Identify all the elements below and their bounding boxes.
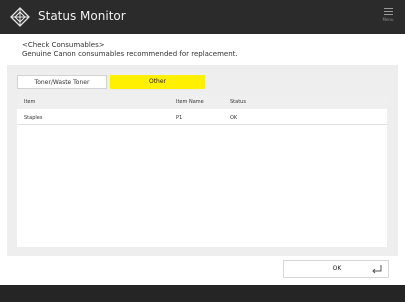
tab-other[interactable]: Other [110,75,205,89]
row-item: Staples [24,115,43,121]
instruction-body: Genuine Canon consumables recommended fo… [22,50,238,58]
row-item-name: P1 [176,115,183,121]
menu-icon-bar [383,14,393,15]
tab-toner-waste-toner[interactable]: Toner/Waste Toner [17,75,107,89]
ok-button[interactable]: OK [283,260,389,278]
diamond-logo-icon [10,7,30,27]
instruction-text: <Check Consumables> Genuine Canon consum… [22,41,238,59]
bottom-bar [0,285,405,302]
page-title: Status Monitor [38,9,126,23]
menu-icon-bar [383,11,393,12]
column-header-status: Status [230,99,246,105]
table-row[interactable]: Staples P1 OK [17,112,387,125]
menu-button[interactable]: Menu [379,6,397,28]
row-status: OK [230,115,238,121]
menu-icon [383,8,393,9]
column-header-item-name: Item Name [176,99,204,105]
column-header-item: Item [24,99,36,105]
enter-arrow-icon [372,265,382,274]
title-bar: Status Monitor Menu [0,0,405,34]
menu-caption: Menu [382,17,394,22]
instruction-heading: <Check Consumables> [22,41,105,49]
consumables-table: Item Item Name Status Staples P1 OK [17,95,387,247]
table-header: Item Item Name Status [17,95,387,109]
